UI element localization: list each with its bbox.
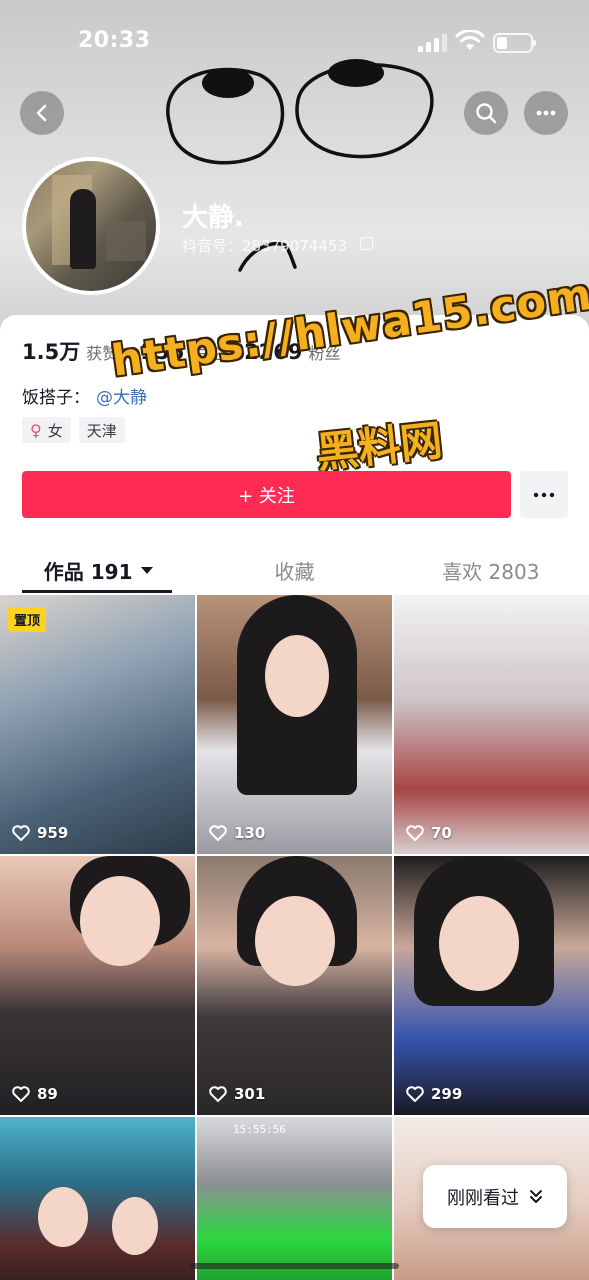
profile-avatar[interactable] [22,157,160,295]
back-button[interactable] [20,91,64,135]
bio-mention-link[interactable]: @大静 [96,388,147,408]
video-likes: 301 [209,1085,265,1103]
bio-text: 饭搭子： [22,388,90,408]
location-label: 天津 [86,421,117,440]
video-thumbnail[interactable]: 130 [197,595,392,854]
caret-down-icon [140,566,153,574]
video-thumbnail[interactable]: 置顶 959 [0,595,195,854]
battery-icon [493,33,536,53]
likes-count: 1.5万 [22,340,81,364]
signal-icon [418,34,448,52]
location-tag: 天津 [78,417,125,443]
more-options-button[interactable] [524,91,568,135]
profile-bio: 饭搭子： @大静 [22,383,147,408]
video-thumbnail[interactable]: 299 [394,856,589,1115]
status-time: 20:33 [78,28,151,53]
video-likes: 70 [406,824,452,842]
more-horizontal-icon [533,492,555,497]
recently-viewed-label: 刚刚看过 [447,1187,519,1209]
tab-favorites-label: 收藏 [274,559,315,584]
likes-count: 299 [431,1085,463,1103]
profile-nickname: 大静. [182,203,244,233]
video-overlay-time: 15:55:56 [233,1123,286,1136]
tab-likes-label: 喜欢 2803 [442,559,540,584]
follow-more-button[interactable] [520,471,568,518]
likes-count: 959 [37,824,69,842]
tab-likes[interactable]: 喜欢 2803 [393,548,589,592]
female-icon: ♀ [30,420,42,440]
profile-tabs: 作品 191 收藏 喜欢 2803 [0,548,589,592]
likes-count: 89 [37,1085,58,1103]
pinned-badge: 置顶 [8,607,47,632]
active-tab-indicator [22,590,172,593]
video-thumbnail[interactable] [0,1117,195,1280]
heart-icon [12,825,30,841]
follow-button[interactable]: + 关注 [22,471,511,518]
video-likes: 959 [12,824,68,842]
gender-label: 女 [47,421,63,440]
search-button[interactable] [464,91,508,135]
wifi-icon [455,30,485,50]
likes-count: 70 [431,824,452,842]
search-icon [476,103,497,124]
tab-works[interactable]: 作品 191 [0,548,196,592]
recently-viewed-button[interactable]: 刚刚看过 [423,1165,567,1228]
douyin-id: 抖音号：28379074453 [182,237,347,255]
video-thumbnail[interactable]: 15:55:56 [197,1117,392,1280]
video-likes: 130 [209,824,265,842]
likes-count: 130 [234,824,266,842]
heart-icon [209,825,227,841]
video-thumbnail[interactable]: 70 [394,595,589,854]
video-likes: 89 [12,1085,58,1103]
home-indicator [190,1263,399,1269]
tab-favorites[interactable]: 收藏 [196,548,392,592]
double-chevron-down-icon [530,1189,542,1203]
tab-works-label: 作品 191 [43,559,133,584]
copy-icon[interactable] [360,237,373,250]
video-likes: 299 [406,1085,462,1103]
heart-icon [12,1086,30,1102]
likes-count: 301 [234,1085,266,1103]
heart-icon [406,825,424,841]
chevron-left-icon [36,104,47,122]
heart-icon [406,1086,424,1102]
more-horizontal-icon [536,110,556,116]
heart-icon [209,1086,227,1102]
gender-tag: ♀ 女 [22,417,71,443]
video-thumbnail[interactable]: 89 [0,856,195,1115]
video-thumbnail[interactable]: 301 [197,856,392,1115]
profile-tags: ♀ 女 天津 [22,417,125,443]
